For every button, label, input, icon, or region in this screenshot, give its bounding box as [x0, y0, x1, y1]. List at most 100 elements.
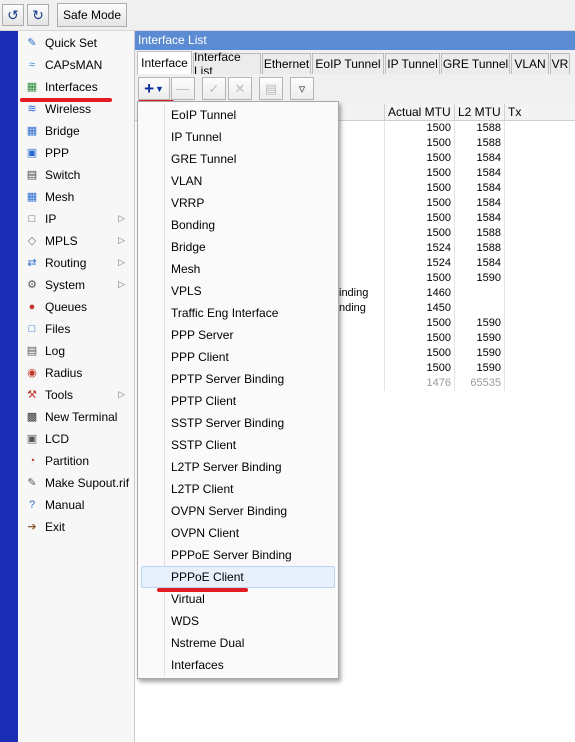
- menu-item-wds[interactable]: WDS: [141, 610, 335, 632]
- comment-icon[interactable]: ▤: [259, 77, 283, 100]
- menu-item-pppoe-server-binding[interactable]: PPPoE Server Binding: [141, 544, 335, 566]
- cell-actual-mtu: 1450: [384, 301, 454, 316]
- cell-type: [339, 196, 384, 211]
- menu-item-ip-tunnel[interactable]: IP Tunnel: [141, 126, 335, 148]
- sidebar-item-label: MPLS: [45, 234, 78, 248]
- annotation-underline-pppoe-client: [157, 588, 248, 592]
- sidebar-item-make-supout-rif[interactable]: ✎ Make Supout.rif: [20, 472, 133, 494]
- sidebar-item-ip[interactable]: □ IP ▷: [20, 208, 133, 230]
- menu-item-vlan[interactable]: VLAN: [141, 170, 335, 192]
- cell-l2-mtu: 1584: [454, 196, 504, 211]
- sidebar-item-label: New Terminal: [45, 410, 118, 424]
- header-actual-mtu[interactable]: Actual MTU: [384, 104, 454, 121]
- menu-item-pptp-server-binding[interactable]: PPTP Server Binding: [141, 368, 335, 390]
- sidebar-item-switch[interactable]: ▤ Switch: [20, 164, 133, 186]
- menu-item-ovpn-server-binding[interactable]: OVPN Server Binding: [141, 500, 335, 522]
- cell-tx: [504, 211, 575, 226]
- sidebar-item-queues[interactable]: ● Queues: [20, 296, 133, 318]
- menu-item-pppoe-client[interactable]: PPPoE Client: [141, 566, 335, 588]
- menu-item-vrrp[interactable]: VRRP: [141, 192, 335, 214]
- filter-icon[interactable]: ▿: [290, 77, 314, 100]
- menu-item-ppp-client[interactable]: PPP Client: [141, 346, 335, 368]
- cell-actual-mtu: 1500: [384, 181, 454, 196]
- tab-interface-list[interactable]: Interface List: [193, 50, 261, 78]
- sidebar-item-tools[interactable]: ⚒ Tools ▷: [20, 384, 133, 406]
- lcd-icon: ▣: [26, 433, 38, 445]
- sidebar-item-label: Queues: [45, 300, 88, 314]
- menu-item-mesh[interactable]: Mesh: [141, 258, 335, 280]
- cell-actual-mtu: 1500: [384, 271, 454, 286]
- sidebar-item-ppp[interactable]: ▣ PPP: [20, 142, 133, 164]
- sidebar-item-lcd[interactable]: ▣ LCD: [20, 428, 133, 450]
- menu-item-vpls[interactable]: VPLS: [141, 280, 335, 302]
- undo-icon[interactable]: ↺: [2, 4, 24, 26]
- header-l2-mtu[interactable]: L2 MTU: [454, 104, 504, 121]
- menu-item-bonding[interactable]: Bonding: [141, 214, 335, 236]
- sidebar-item-label: Wireless: [45, 102, 92, 116]
- radius-icon: ◉: [27, 367, 37, 379]
- menu-item-eoip-tunnel[interactable]: EoIP Tunnel: [141, 104, 335, 126]
- tab-eoip-tunnel[interactable]: EoIP Tunnel: [312, 53, 384, 74]
- enable-icon[interactable]: ✓: [202, 77, 226, 100]
- menu-item-gre-tunnel[interactable]: GRE Tunnel: [141, 148, 335, 170]
- sidebar-item-exit[interactable]: ➔ Exit: [20, 516, 133, 538]
- cell-tx: [504, 331, 575, 346]
- menu-item-nstreme-dual[interactable]: Nstreme Dual: [141, 632, 335, 654]
- tab-interface[interactable]: Interface: [137, 51, 192, 74]
- sidebar-item-quick-set[interactable]: ✎ Quick Set: [20, 32, 133, 54]
- cell-type: [339, 136, 384, 151]
- menu-item-l2tp-client[interactable]: L2TP Client: [141, 478, 335, 500]
- quick-set-icon: ✎: [27, 37, 37, 49]
- cell-tx: [504, 316, 575, 331]
- sidebar-item-mesh[interactable]: ▦ Mesh: [20, 186, 133, 208]
- side-menu: ✎ Quick Set ≈ CAPsMAN ▦ Interfaces ≋ Wireless ▦ B…: [18, 31, 135, 742]
- sidebar-item-capsman[interactable]: ≈ CAPsMAN: [20, 54, 133, 76]
- tab-ethernet[interactable]: Ethernet: [262, 53, 311, 74]
- sidebar-item-interfaces[interactable]: ▦ Interfaces: [20, 76, 133, 98]
- tab-gre-tunnel[interactable]: GRE Tunnel: [441, 53, 510, 74]
- remove-icon[interactable]: —: [171, 77, 195, 100]
- redo-icon[interactable]: ↻: [27, 4, 49, 26]
- menu-item-interfaces[interactable]: Interfaces: [141, 654, 335, 676]
- sidebar-item-system[interactable]: ⚙ System ▷: [20, 274, 133, 296]
- sidebar-item-files[interactable]: □ Files: [20, 318, 133, 340]
- menu-item-traffic-eng-interface[interactable]: Traffic Eng Interface: [141, 302, 335, 324]
- menu-item-pptp-client[interactable]: PPTP Client: [141, 390, 335, 412]
- cell-actual-mtu: 1500: [384, 166, 454, 181]
- menu-item-l2tp-server-binding[interactable]: L2TP Server Binding: [141, 456, 335, 478]
- sidebar-item-label: Quick Set: [45, 36, 98, 50]
- header-tx[interactable]: Tx: [504, 104, 575, 121]
- cell-actual-mtu: 1524: [384, 256, 454, 271]
- mpls-icon: ◇: [27, 235, 37, 247]
- ppp-icon: ▣: [26, 147, 38, 159]
- sidebar-item-routing[interactable]: ⇄ Routing ▷: [20, 252, 133, 274]
- safe-mode-button[interactable]: Safe Mode: [57, 3, 127, 27]
- cell-type: [339, 166, 384, 181]
- tab-vlan[interactable]: VLAN: [511, 53, 549, 74]
- menu-item-bridge[interactable]: Bridge: [141, 236, 335, 258]
- exit-icon: ➔: [27, 521, 37, 533]
- cell-l2-mtu: 1584: [454, 166, 504, 181]
- sidebar-item-partition[interactable]: ◔ Partition: [20, 450, 133, 472]
- sidebar-item-new-terminal[interactable]: ▩ New Terminal: [20, 406, 133, 428]
- sidebar-item-mpls[interactable]: ◇ MPLS ▷: [20, 230, 133, 252]
- cell-tx: [504, 271, 575, 286]
- menu-item-ovpn-client[interactable]: OVPN Client: [141, 522, 335, 544]
- tab-vr[interactable]: VR: [550, 53, 570, 74]
- sidebar-item-radius[interactable]: ◉ Radius: [20, 362, 133, 384]
- tab-ip-tunnel[interactable]: IP Tunnel: [385, 53, 440, 74]
- cell-actual-mtu: 1500: [384, 151, 454, 166]
- sidebar-item-label: Mesh: [45, 190, 75, 204]
- menu-item-sstp-client[interactable]: SSTP Client: [141, 434, 335, 456]
- sidebar-item-label: Partition: [45, 454, 90, 468]
- menu-item-sstp-server-binding[interactable]: SSTP Server Binding: [141, 412, 335, 434]
- add-icon[interactable]: + ▼: [138, 77, 170, 100]
- menu-item-ppp-server[interactable]: PPP Server: [141, 324, 335, 346]
- sidebar-item-log[interactable]: ▤ Log: [20, 340, 133, 362]
- sidebar-item-label: Radius: [45, 366, 83, 380]
- sidebar-item-bridge[interactable]: ▦ Bridge: [20, 120, 133, 142]
- sidebar-item-manual[interactable]: ? Manual: [20, 494, 133, 516]
- system-icon: ⚙: [27, 279, 37, 291]
- disable-icon[interactable]: ✕: [228, 77, 252, 100]
- sidebar-item-label: PPP: [45, 146, 70, 160]
